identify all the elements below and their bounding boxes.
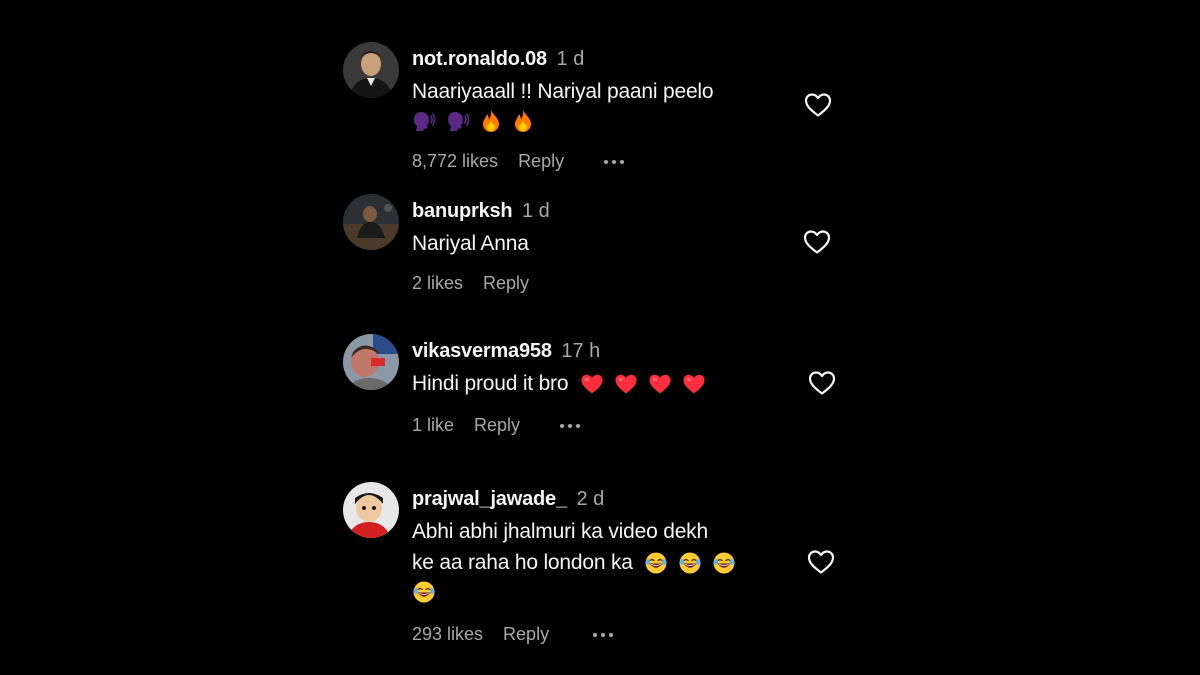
comment-content: banuprksh 1 d Nariyal Anna [412, 198, 792, 259]
reply-button[interactable]: Reply [503, 624, 549, 645]
comment-meta: 2 likes Reply [412, 273, 529, 294]
comment-meta: 1 like Reply [412, 415, 581, 436]
speaking-head-icon [412, 109, 436, 133]
red-heart-icon [580, 373, 604, 395]
emoji-row [580, 373, 706, 395]
comment-text-line2: ke aa raha ho london ka [412, 547, 792, 578]
laughing-tears-icon [412, 580, 436, 604]
heart-icon[interactable] [804, 92, 832, 118]
fire-icon [480, 109, 502, 133]
red-heart-icon [682, 373, 706, 395]
username[interactable]: prajwal_jawade_ [412, 488, 567, 510]
comment-header: vikasverma958 17 h [412, 338, 792, 364]
avatar[interactable] [343, 482, 399, 538]
heart-icon[interactable] [808, 370, 836, 396]
comment-text: Hindi proud it bro [412, 372, 569, 395]
comment-content: vikasverma958 17 h Hindi proud it bro [412, 338, 792, 399]
username[interactable]: not.ronaldo.08 [412, 48, 547, 70]
speaking-head-icon [446, 109, 470, 133]
comment-meta: 8,772 likes Reply [412, 151, 625, 172]
red-heart-icon [614, 373, 638, 395]
fire-icon [512, 109, 534, 133]
more-options-icon[interactable] [560, 423, 581, 428]
avatar[interactable] [343, 194, 399, 250]
comment-text-line1: Abhi abhi jhalmuri ka video dekh [412, 520, 708, 543]
timestamp: 17 h [561, 340, 601, 362]
avatar[interactable] [343, 334, 399, 390]
emoji-row [412, 109, 792, 133]
comment-meta: 293 likes Reply [412, 624, 614, 645]
comment-text: ke aa raha ho london ka [412, 551, 633, 574]
heart-icon[interactable] [803, 229, 831, 255]
reply-button[interactable]: Reply [483, 273, 529, 294]
comment-header: banuprksh 1 d [412, 198, 792, 224]
comment-content: prajwal_jawade_ 2 d Abhi abhi jhalmuri k… [412, 486, 792, 604]
laughing-tears-icon [712, 551, 736, 575]
more-options-icon[interactable] [604, 159, 625, 164]
avatar[interactable] [343, 42, 399, 98]
likes-count[interactable]: 1 like [412, 415, 454, 436]
timestamp: 1 d [556, 48, 585, 70]
laughing-tears-icon [678, 551, 702, 575]
comment-header: not.ronaldo.08 1 d [412, 46, 792, 72]
heart-icon[interactable] [807, 549, 835, 575]
timestamp: 2 d [576, 488, 605, 510]
comment-content: not.ronaldo.08 1 d Naariyaaall !! Nariya… [412, 46, 792, 133]
more-options-icon[interactable] [593, 632, 614, 637]
username[interactable]: banuprksh [412, 200, 513, 222]
reply-button[interactable]: Reply [518, 151, 564, 172]
comment-header: prajwal_jawade_ 2 d [412, 486, 792, 512]
red-heart-icon [648, 373, 672, 395]
reply-button[interactable]: Reply [474, 415, 520, 436]
comment-text-line: Hindi proud it bro [412, 368, 792, 399]
emoji-row [644, 551, 736, 575]
timestamp: 1 d [522, 200, 550, 222]
laughing-tears-icon [644, 551, 668, 575]
emoji-row [412, 580, 792, 604]
username[interactable]: vikasverma958 [412, 340, 552, 362]
likes-count[interactable]: 8,772 likes [412, 151, 498, 172]
comment-text: Nariyal Anna [412, 232, 529, 255]
likes-count[interactable]: 2 likes [412, 273, 463, 294]
likes-count[interactable]: 293 likes [412, 624, 483, 645]
comment-text: Naariyaaall !! Nariyal paani peelo [412, 80, 714, 103]
